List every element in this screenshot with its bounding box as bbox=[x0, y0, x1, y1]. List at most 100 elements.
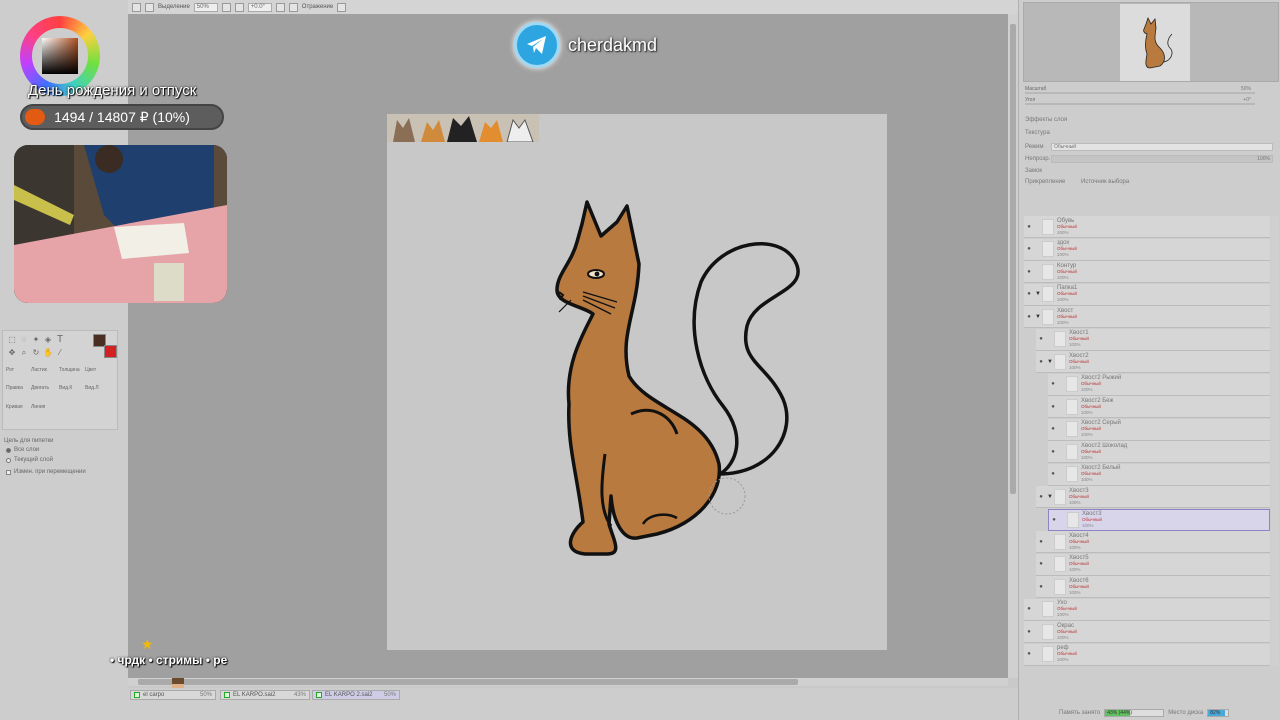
bucket-icon[interactable]: ◈ bbox=[43, 335, 53, 345]
edit-move-option[interactable]: Измен. при перемещении bbox=[6, 469, 86, 475]
tool-label[interactable]: Вид.Л bbox=[85, 385, 99, 391]
selection-label[interactable]: Выделение bbox=[158, 4, 190, 10]
visibility-eye-icon[interactable]: ● bbox=[1036, 357, 1046, 367]
zoom-icon[interactable]: ⌕ bbox=[19, 348, 29, 358]
rotate-right-icon[interactable] bbox=[288, 2, 298, 12]
layer-row[interactable]: ● Ухо Обычный 100% bbox=[1024, 598, 1270, 621]
layers-scrollbar[interactable] bbox=[1271, 216, 1279, 666]
scroll-thumb[interactable] bbox=[1010, 24, 1016, 494]
visibility-eye-icon[interactable]: ● bbox=[1036, 537, 1046, 547]
tool-label[interactable]: Ластик bbox=[31, 367, 47, 373]
visibility-eye-icon[interactable]: ● bbox=[1036, 334, 1046, 344]
layer-row[interactable]: ● Хвост2 Шоколад Обычный 100% bbox=[1048, 441, 1270, 463]
canvas-horizontal-scrollbar[interactable] bbox=[128, 678, 1008, 686]
opacity-slider[interactable]: 100% bbox=[1051, 155, 1273, 163]
layer-row[interactable]: ● Хвост2 Рыжий Обычный 100% bbox=[1048, 373, 1270, 396]
visibility-eye-icon[interactable]: ● bbox=[1049, 515, 1059, 525]
source-current-option[interactable]: Текущий слой bbox=[6, 457, 53, 463]
visibility-eye-icon[interactable]: ● bbox=[1048, 469, 1058, 479]
visibility-eye-icon[interactable]: ● bbox=[1048, 447, 1058, 457]
navigator-thumbnail[interactable] bbox=[1120, 4, 1190, 81]
layer-row[interactable]: ● Контур Обычный 100% bbox=[1024, 261, 1270, 283]
layer-row[interactable]: ● Хвост2 Беж Обычный 100% bbox=[1048, 396, 1270, 418]
blend-mode-select[interactable]: Обычный bbox=[1051, 143, 1273, 151]
tool-label[interactable]: Двигать bbox=[31, 385, 49, 391]
flip-icon[interactable] bbox=[337, 2, 347, 12]
layer-row[interactable]: ● Хвост2 Белый Обычный 100% bbox=[1048, 463, 1270, 486]
color-picker-square[interactable] bbox=[42, 38, 78, 74]
radio-icon[interactable] bbox=[6, 457, 11, 463]
redo-icon[interactable] bbox=[145, 2, 154, 12]
file-tab[interactable]: EL KARPO.sai2 43% bbox=[220, 690, 310, 700]
radio-icon[interactable] bbox=[6, 447, 11, 453]
layer-row[interactable]: ● Хвост1 Обычный 100% bbox=[1036, 328, 1270, 351]
secondary-color-swatch[interactable] bbox=[104, 345, 117, 358]
visibility-eye-icon[interactable]: ● bbox=[1036, 492, 1046, 502]
visibility-eye-icon[interactable]: ● bbox=[1024, 244, 1034, 254]
visibility-eye-icon[interactable]: ● bbox=[1024, 649, 1034, 659]
tool-label[interactable]: Вид.К bbox=[59, 385, 72, 391]
select-icon[interactable]: ⬚ bbox=[7, 335, 17, 345]
visibility-eye-icon[interactable]: ● bbox=[1048, 424, 1058, 434]
zoom-slider[interactable]: Масштаб 50% bbox=[1025, 86, 1279, 95]
scroll-thumb[interactable] bbox=[138, 679, 798, 685]
visibility-eye-icon[interactable]: ● bbox=[1048, 379, 1058, 389]
visibility-eye-icon[interactable]: ● bbox=[1024, 604, 1034, 614]
visibility-eye-icon[interactable]: ● bbox=[1036, 582, 1046, 592]
checkbox-icon[interactable] bbox=[6, 469, 11, 475]
folder-toggle-icon[interactable]: ▼ bbox=[1034, 314, 1042, 320]
layer-row[interactable]: ● Обувь Обычный 100% bbox=[1024, 216, 1270, 238]
visibility-eye-icon[interactable]: ● bbox=[1024, 627, 1034, 637]
tool-label[interactable]: Толщина bbox=[59, 367, 80, 373]
layer-effects-header[interactable]: Эффекты слоя bbox=[1025, 117, 1067, 123]
layer-row[interactable]: ● здох Обычный 100% bbox=[1024, 238, 1270, 261]
rotation-field[interactable]: +0.0° bbox=[247, 2, 272, 12]
slider-track[interactable] bbox=[1025, 103, 1255, 105]
flip-label[interactable]: Отражение bbox=[302, 4, 333, 10]
slider-track[interactable] bbox=[1025, 92, 1255, 94]
file-tab[interactable]: el carpo 50% bbox=[130, 690, 216, 700]
visibility-eye-icon[interactable]: ● bbox=[1024, 222, 1034, 232]
file-tab[interactable]: EL KARPO 2.sai2 50% bbox=[312, 690, 400, 700]
tool-label[interactable]: Цвет bbox=[85, 367, 96, 373]
navigator-panel[interactable] bbox=[1023, 2, 1279, 82]
zoom-in-icon[interactable] bbox=[234, 2, 244, 12]
canvas-vertical-scrollbar[interactable] bbox=[1008, 14, 1018, 678]
zoom-out-icon[interactable] bbox=[221, 2, 231, 12]
drawing-canvas[interactable] bbox=[387, 114, 887, 650]
layer-row[interactable]: ● Окрас Обычный 100% bbox=[1024, 621, 1270, 643]
visibility-eye-icon[interactable]: ● bbox=[1036, 559, 1046, 569]
magic-wand-icon[interactable]: ✦ bbox=[31, 335, 41, 345]
folder-toggle-icon[interactable]: ▼ bbox=[1046, 494, 1054, 500]
layer-row[interactable]: ● Хвост5 Обычный 100% bbox=[1036, 553, 1270, 576]
layer-row[interactable]: ● ▼ Хвост3 Обычный 100% bbox=[1036, 486, 1270, 508]
text-icon[interactable]: T bbox=[55, 335, 65, 345]
layer-row[interactable]: ● реф Обычный 100% bbox=[1024, 643, 1270, 666]
hand-icon[interactable]: ✋ bbox=[43, 348, 53, 358]
lasso-icon[interactable]: ◌ bbox=[19, 335, 29, 345]
layer-row[interactable]: ● ▼ Хвост Обычный 100% bbox=[1024, 306, 1270, 328]
zoom-field[interactable]: 50% bbox=[193, 2, 218, 12]
folder-toggle-icon[interactable]: ▼ bbox=[1034, 291, 1042, 297]
rotate-icon[interactable]: ↻ bbox=[31, 348, 41, 358]
visibility-eye-icon[interactable]: ● bbox=[1024, 312, 1034, 322]
selection-source-option[interactable]: Источник выбора bbox=[1081, 179, 1129, 185]
tool-label[interactable]: Рот bbox=[6, 367, 14, 373]
tool-label[interactable]: Кривая bbox=[6, 404, 23, 410]
angle-slider[interactable]: Угол +0° bbox=[1025, 97, 1279, 106]
eyedropper-icon[interactable]: ⁄ bbox=[55, 348, 65, 358]
canvas-area[interactable] bbox=[128, 14, 1018, 678]
layer-row[interactable]: ● Хвост6 Обычный 100% bbox=[1036, 576, 1270, 598]
move-icon[interactable]: ✥ bbox=[7, 348, 17, 358]
tool-label[interactable]: Правка bbox=[6, 385, 23, 391]
visibility-eye-icon[interactable]: ● bbox=[1024, 289, 1034, 299]
source-all-option[interactable]: Все слои bbox=[6, 447, 39, 453]
clipping-option[interactable]: Прикрепление bbox=[1025, 179, 1065, 185]
rotate-left-icon[interactable] bbox=[275, 2, 285, 12]
layer-row[interactable]: ● Хвост2 Серый Обычный 100% bbox=[1048, 418, 1270, 441]
visibility-eye-icon[interactable]: ● bbox=[1024, 267, 1034, 277]
undo-icon[interactable] bbox=[132, 2, 141, 12]
visibility-eye-icon[interactable]: ● bbox=[1048, 402, 1058, 412]
tool-label[interactable]: Линия bbox=[31, 404, 45, 410]
layer-row[interactable]: ● Хвост3 Обычный 100% bbox=[1048, 508, 1270, 531]
